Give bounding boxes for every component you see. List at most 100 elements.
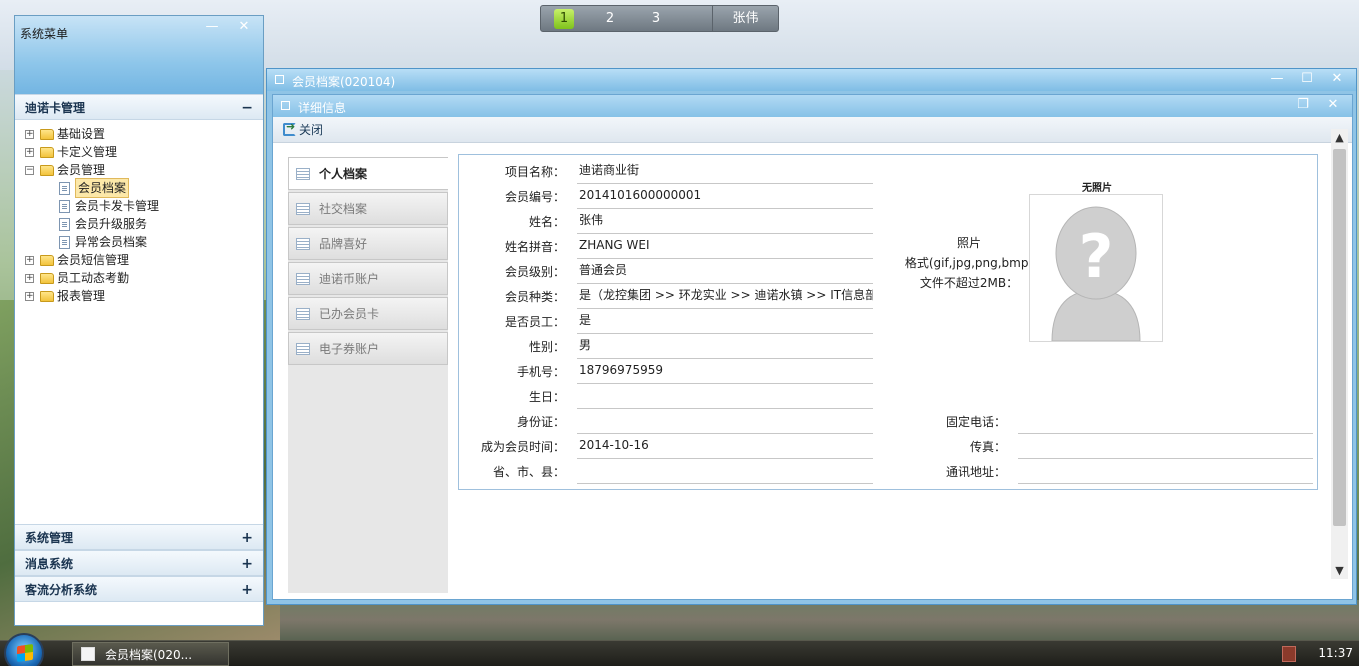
field-mailing-address: 通讯地址： (914, 459, 1313, 484)
document-icon (59, 235, 70, 249)
list-icon (296, 342, 310, 355)
tab-issued-cards[interactable]: 已办会员卡 (288, 297, 448, 330)
accordion-message-system[interactable]: 消息系统 + (15, 550, 263, 576)
expand-icon[interactable]: + (25, 255, 34, 265)
list-icon (296, 167, 310, 180)
tab-dino-coin-account[interactable]: 迪诺币账户 (288, 262, 448, 295)
accordion-dino-card[interactable]: 迪诺卡管理 − (15, 94, 263, 120)
pager-page-2[interactable]: 2 (587, 11, 633, 26)
field-id-card: 身份证： (459, 409, 873, 434)
exit-icon (283, 120, 296, 136)
window-icon (81, 647, 95, 661)
toolbar-close-button[interactable]: 关闭 (283, 120, 323, 138)
folder-icon (40, 146, 54, 158)
folder-icon (40, 254, 54, 266)
document-icon (59, 181, 70, 195)
detail-titlebar[interactable]: 详细信息 ❐ ✕ (273, 95, 1352, 117)
document-icon (59, 217, 70, 231)
taskbar-item-member-profile[interactable]: 会员档案(020... (72, 642, 229, 666)
tree-node-reports[interactable]: + 报表管理 (25, 287, 263, 305)
expand-icon[interactable]: + (25, 147, 34, 157)
desktop-plaza (280, 600, 1359, 640)
photo-label: 照片 格式(gif,jpg,png,bmp) 文件不超过2MB： (904, 236, 1034, 290)
scroll-up-icon[interactable]: ▲ (1331, 131, 1348, 144)
tree-node-member-profile[interactable]: 会员档案 (25, 178, 263, 198)
personal-profile-form: 项目名称： 迪诺商业街 会员编号： 2014101600000001 姓名： 张… (458, 154, 1318, 490)
document-icon (59, 199, 70, 213)
window-minimize-button[interactable]: — (1262, 71, 1292, 89)
window-close-button[interactable]: ✕ (1322, 71, 1352, 89)
detail-restore-button[interactable]: ❐ (1288, 97, 1318, 115)
field-project-name: 项目名称： 迪诺商业街 (459, 159, 873, 184)
field-landline: 固定电话： (914, 409, 1313, 434)
accordion-label: 迪诺卡管理 (25, 101, 86, 115)
tree-node-abnormal-members[interactable]: 异常会员档案 (25, 233, 263, 251)
start-button[interactable] (4, 633, 44, 666)
svg-text:?: ? (1079, 222, 1114, 292)
field-is-employee: 是否员工： 是 (459, 309, 873, 334)
folder-open-icon (40, 164, 54, 176)
field-fax: 传真： (914, 434, 1313, 459)
list-icon (296, 202, 310, 215)
close-button[interactable]: ✕ (231, 19, 257, 37)
field-birthday: 生日： (459, 384, 873, 409)
menu-tree: + 基础设置 + 卡定义管理 − 会员管理 会员档案 会员卡发卡管理 会员升级服… (15, 120, 263, 524)
window-titlebar[interactable]: 会员档案(020104) — ☐ ✕ (267, 69, 1356, 91)
tree-node-basic-settings[interactable]: + 基础设置 (25, 125, 263, 143)
accordion-traffic-analysis[interactable]: 客流分析系统 + (15, 576, 263, 602)
window-maximize-button[interactable]: ☐ (1292, 71, 1322, 89)
tree-node-card-definition[interactable]: + 卡定义管理 (25, 143, 263, 161)
tree-node-member-upgrade[interactable]: 会员升级服务 (25, 215, 263, 233)
system-menu-header: 系统菜单 — ✕ (15, 16, 263, 94)
system-menu-panel: 系统菜单 — ✕ 迪诺卡管理 − + 基础设置 + 卡定义管理 − 会员管理 会… (14, 15, 264, 626)
tree-node-attendance[interactable]: + 员工动态考勤 (25, 269, 263, 287)
field-mobile: 手机号： 18796975959 (459, 359, 873, 384)
detail-toolbar: 关闭 (273, 117, 1352, 143)
tree-node-member-management[interactable]: − 会员管理 (25, 161, 263, 179)
field-name: 姓名： 张伟 (459, 209, 873, 234)
list-icon (296, 237, 310, 250)
tab-e-coupon-account[interactable]: 电子券账户 (288, 332, 448, 365)
field-member-level: 会员级别： 普通会员 (459, 259, 873, 284)
field-province-city-county: 省、市、县： (459, 459, 873, 484)
tray-book-icon[interactable] (1282, 646, 1296, 662)
workspace-pager: 1 2 3 张伟 (540, 5, 779, 32)
tree-node-sms-management[interactable]: + 会员短信管理 (25, 251, 263, 269)
detail-window-icon (281, 101, 290, 110)
expand-icon[interactable]: + (25, 273, 34, 283)
expand-icon[interactable]: + (25, 291, 34, 301)
field-member-since: 成为会员时间： 2014-10-16 (459, 434, 873, 459)
scroll-thumb[interactable] (1333, 149, 1346, 526)
photo-upload[interactable]: ? (1029, 194, 1163, 342)
field-member-number: 会员编号： 2014101600000001 (459, 184, 873, 209)
folder-icon (40, 128, 54, 140)
windows-logo-icon (17, 643, 33, 663)
detail-content: 个人档案 社交档案 品牌喜好 迪诺币账户 已办会员卡 电子券账户 项目名称： 迪… (278, 147, 1320, 593)
expand-icon[interactable]: + (25, 129, 34, 139)
detail-close-button[interactable]: ✕ (1318, 97, 1348, 115)
expand-icon: + (241, 556, 253, 572)
field-gender: 性别： 男 (459, 334, 873, 359)
list-icon (296, 272, 310, 285)
pager-page-3[interactable]: 3 (633, 11, 679, 26)
collapse-icon[interactable]: − (25, 165, 34, 175)
accordion-system-management[interactable]: 系统管理 + (15, 524, 263, 550)
detail-window: 详细信息 ❐ ✕ 关闭 个人档案 社交档案 品牌喜好 (272, 94, 1353, 600)
window-icon (275, 75, 284, 84)
tab-personal-profile[interactable]: 个人档案 (288, 157, 448, 190)
system-menu-title: 系统菜单 (20, 27, 69, 41)
current-user[interactable]: 张伟 (712, 6, 778, 31)
window-title: 会员档案(020104) (292, 75, 396, 89)
avatar-placeholder-icon: ? (1030, 195, 1162, 342)
pager-page-1[interactable]: 1 (541, 8, 587, 29)
taskbar-clock[interactable]: 11:37 (1318, 646, 1353, 660)
tab-brand-preferences[interactable]: 品牌喜好 (288, 227, 448, 260)
folder-icon (40, 290, 54, 302)
scroll-down-icon[interactable]: ▼ (1331, 564, 1348, 577)
folder-icon (40, 272, 54, 284)
tab-social-profile[interactable]: 社交档案 (288, 192, 448, 225)
vertical-scrollbar[interactable]: ▲ ▼ (1331, 129, 1348, 579)
tree-node-card-issuance[interactable]: 会员卡发卡管理 (25, 197, 263, 215)
field-name-pinyin: 姓名拼音： ZHANG WEI (459, 234, 873, 259)
minimize-button[interactable]: — (199, 19, 225, 37)
